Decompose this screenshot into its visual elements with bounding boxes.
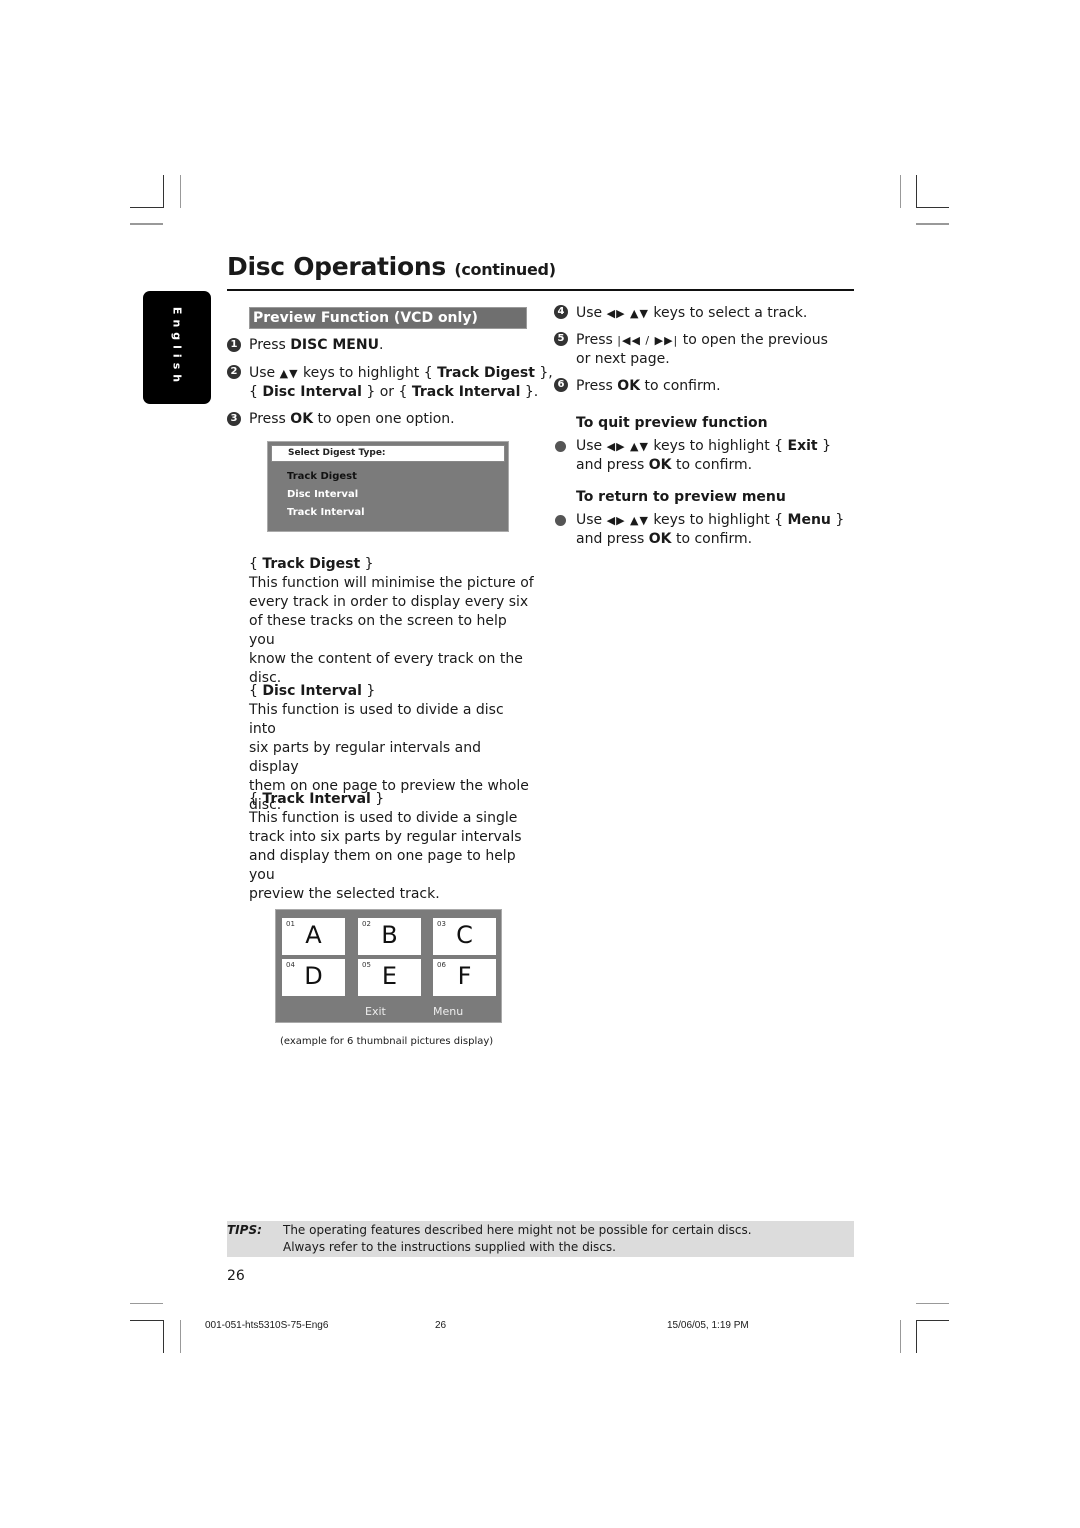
crop-mark: [130, 207, 163, 208]
crop-mark: [130, 1303, 163, 1304]
skip-prev-next-icon: |◀◀ / ▶▶|: [617, 334, 679, 347]
menu-item-track-digest[interactable]: Track Digest: [287, 471, 357, 482]
thumbnail[interactable]: 02 B: [358, 918, 421, 955]
quit-heading: To quit preview function: [576, 415, 768, 431]
arrow-keys-icon: ◀▶ ▲▼: [606, 440, 649, 453]
up-down-arrows-icon: ▲▼: [279, 367, 299, 380]
step-3: Press OK to open one option.: [249, 411, 455, 427]
page-title: Disc Operations (continued): [227, 252, 556, 281]
step-4: Use ◀▶ ▲▼ keys to select a track.: [576, 305, 808, 321]
step-number-badge: 4: [554, 305, 568, 319]
title-suffix: (continued): [454, 260, 556, 279]
option-heading: { Disc Interval }: [249, 683, 376, 699]
thumbnail[interactable]: 04 D: [282, 959, 345, 996]
option-track-digest: { Track Digest } This function will mini…: [249, 556, 534, 686]
page-number: 26: [227, 1268, 245, 1284]
step-1: Press DISC MENU.: [249, 337, 384, 353]
tips-text: The operating features described here mi…: [283, 1223, 752, 1237]
option-track-interval: { Track Interval } This function is used…: [249, 790, 534, 904]
crop-mark: [900, 1320, 901, 1353]
title-divider: [227, 289, 854, 291]
menu-item-track-interval[interactable]: Track Interval: [287, 507, 365, 518]
tips-label: TIPS:: [227, 1223, 262, 1237]
option-heading: { Track Interval }: [249, 791, 385, 807]
arrow-keys-icon: ◀▶ ▲▼: [606, 307, 649, 320]
exit-button[interactable]: Exit: [365, 1005, 386, 1018]
step-5: Press |◀◀ / ▶▶| to open the previous or …: [576, 332, 828, 367]
crop-mark: [916, 1320, 949, 1321]
bullet-icon: [555, 441, 566, 452]
tips-box: TIPS: The operating features described h…: [227, 1221, 854, 1257]
return-instruction: Use ◀▶ ▲▼ keys to highlight { Menu } and…: [576, 512, 845, 547]
thumbnail-screen: 01 A 02 B 03 C 04 D 05 E 06 F Exit Menu: [275, 909, 502, 1023]
crop-mark: [916, 175, 917, 208]
footer-date: 15/06/05, 1:19 PM: [667, 1320, 749, 1331]
footer-file: 001-051-hts5310S-75-Eng6: [205, 1320, 329, 1331]
crop-mark: [180, 1320, 181, 1353]
footer-page: 26: [435, 1320, 447, 1331]
section-heading: Preview Function (VCD only): [249, 307, 527, 329]
step-number-badge: 3: [227, 412, 241, 426]
option-heading: { Track Digest }: [249, 556, 374, 572]
quit-instruction: Use ◀▶ ▲▼ keys to highlight { Exit } and…: [576, 438, 831, 473]
crop-mark: [916, 1303, 949, 1304]
step-number-badge: 5: [554, 332, 568, 346]
arrow-keys-icon: ◀▶ ▲▼: [606, 514, 649, 527]
crop-mark: [900, 175, 901, 208]
crop-mark: [130, 223, 163, 225]
title-main: Disc Operations: [227, 252, 446, 281]
step-6: Press OK to confirm.: [576, 378, 721, 394]
bullet-icon: [555, 515, 566, 526]
digest-menu-screen: Select Digest Type: Track Digest Disc In…: [267, 441, 509, 532]
step-number-badge: 6: [554, 378, 568, 392]
menu-button[interactable]: Menu: [433, 1005, 463, 1018]
thumbnail[interactable]: 05 E: [358, 959, 421, 996]
crop-mark: [163, 175, 164, 208]
crop-mark: [916, 1320, 917, 1353]
language-label: English: [170, 306, 184, 388]
crop-mark: [916, 223, 949, 225]
crop-mark: [163, 1320, 164, 1353]
thumbnail[interactable]: 01 A: [282, 918, 345, 955]
figure-caption: (example for 6 thumbnail pictures displa…: [280, 1036, 494, 1047]
step-2: Use ▲▼ keys to highlight { Track Digest …: [249, 365, 553, 400]
section-title: Preview Function (VCD only): [253, 310, 478, 326]
crop-mark: [130, 1320, 163, 1321]
menu-header: Select Digest Type:: [271, 445, 505, 462]
return-heading: To return to preview menu: [576, 489, 786, 505]
step-number-badge: 2: [227, 365, 241, 379]
tips-text: Always refer to the instructions supplie…: [283, 1240, 616, 1254]
thumbnail[interactable]: 06 F: [433, 959, 496, 996]
step-number-badge: 1: [227, 338, 241, 352]
menu-item-disc-interval[interactable]: Disc Interval: [287, 489, 358, 500]
crop-mark: [916, 207, 949, 208]
thumbnail[interactable]: 03 C: [433, 918, 496, 955]
crop-mark: [180, 175, 181, 208]
language-tab: English: [143, 291, 211, 404]
